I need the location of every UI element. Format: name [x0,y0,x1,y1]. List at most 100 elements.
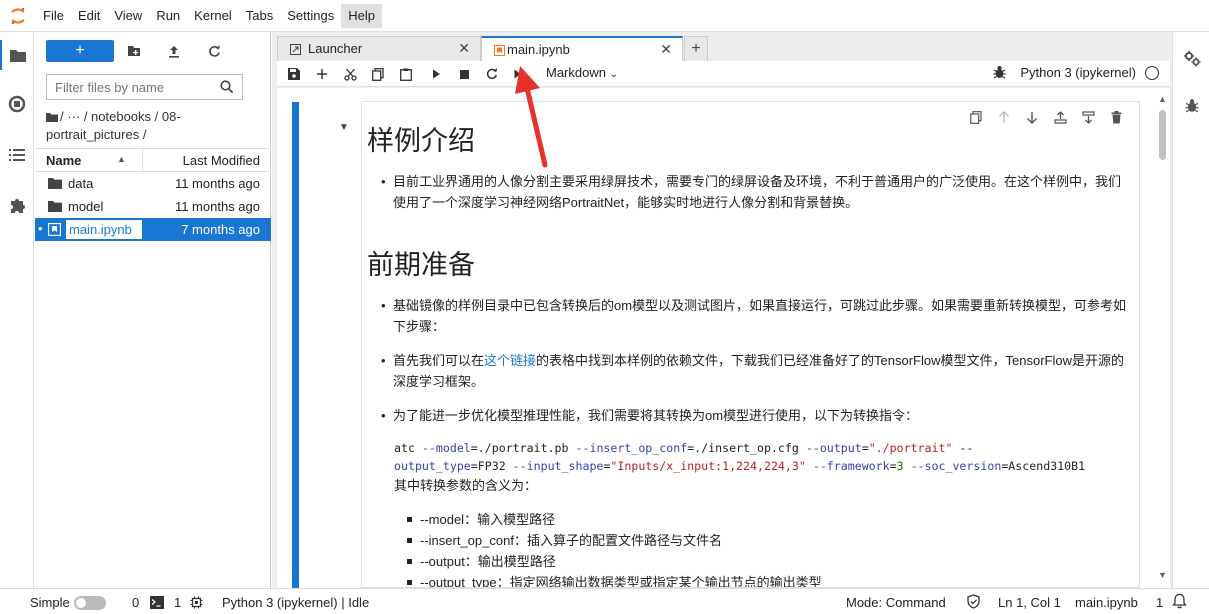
restart-kernel-icon[interactable] [481,64,503,84]
tab-launcher[interactable]: Launcher ✕ [277,36,481,61]
notebook-toolbar: Markdown ⌄ Python 3 (ipykernel) [277,61,1170,87]
tab-label: main.ipynb [507,42,570,57]
stop-kernel-icon[interactable] [453,64,475,84]
heading-prep: 前期准备 [367,250,475,281]
debugger-bug-icon[interactable] [993,65,1006,82]
insert-cell-icon[interactable] [311,64,333,84]
home-folder-icon[interactable] [46,109,58,126]
file-row-data[interactable]: data 11 months ago [35,172,271,195]
insert-above-icon[interactable] [1049,107,1071,127]
run-cell-icon[interactable] [425,64,447,84]
file-row-main-ipynb[interactable]: • main.ipynb 7 months ago [35,218,271,241]
bullet-dot: • [381,408,386,423]
column-modified-header[interactable]: Last Modified [183,153,260,168]
folder-icon [48,200,62,213]
menu-edit[interactable]: Edit [71,4,107,28]
kernel-status-text[interactable]: Python 3 (ipykernel) | Idle [222,595,369,610]
save-icon[interactable] [283,64,305,84]
bullet-square [407,580,412,585]
paste-icon[interactable] [395,64,417,84]
simple-mode-toggle[interactable] [74,596,106,610]
cell-toolbar [965,107,1127,127]
kernel-name-button[interactable]: Python 3 (ipykernel) [1020,65,1136,80]
dependency-link[interactable]: 这个链接 [484,353,536,368]
close-icon[interactable]: ✕ [660,41,672,58]
breadcrumb-path[interactable]: / ··· / notebooks / 08-portrait_pictures… [46,109,181,142]
status-bar: Simple 0 1 Python 3 (ipykernel) | Idle M… [0,588,1209,614]
menu-settings[interactable]: Settings [280,4,341,28]
column-name-header[interactable]: Name [46,153,81,168]
search-icon [220,80,234,97]
jupyter-logo-icon[interactable] [0,0,36,32]
folder-icon[interactable] [0,40,34,70]
refresh-icon[interactable] [202,40,226,62]
scroll-down-icon[interactable]: ▼ [1158,570,1167,580]
menu-bar: File Edit View Run Kernel Tabs Settings … [0,0,1209,32]
active-cell-indicator[interactable] [292,102,299,588]
file-row-model[interactable]: model 11 months ago [35,195,271,218]
table-of-contents-icon[interactable] [0,140,34,170]
kernel-idle-status-icon [1145,66,1159,80]
notebook-panel[interactable]: ▼ 样例介绍 • 目前工业界通用的人像分割主要采用绿屏技术，需要专门的绿屏设备及… [277,88,1170,588]
cell-type-select[interactable]: Markdown ⌄ [546,65,618,80]
property-inspector-gears-icon[interactable] [1175,44,1209,74]
bullet-square [407,559,412,564]
debugger-bug-icon[interactable] [1175,90,1209,120]
running-indicator-icon: • [38,221,43,236]
move-down-icon[interactable] [1021,107,1043,127]
file-list-header: Name ▲ Last Modified [35,148,271,172]
new-folder-icon[interactable] [122,40,146,62]
scroll-up-icon[interactable]: ▲ [1158,94,1167,104]
cursor-position[interactable]: Ln 1, Col 1 [998,595,1061,610]
delete-cell-icon[interactable] [1105,107,1127,127]
menu-file[interactable]: File [36,4,71,28]
notebook-scrollbar[interactable]: ▲ ▼ [1154,88,1170,588]
menu-help[interactable]: Help [341,3,382,28]
bullet-dot: • [381,353,386,368]
notification-count[interactable]: 1 [1156,595,1163,610]
file-filter-search[interactable] [46,74,243,100]
add-tab-button[interactable]: + [684,36,708,61]
file-modified: 11 months ago [174,176,260,191]
insert-below-icon[interactable] [1077,107,1099,127]
terminal-icon [150,596,164,612]
bullet-dot: • [381,174,386,189]
file-filter-input[interactable] [47,79,212,95]
cut-icon[interactable] [339,64,361,84]
trusted-shield-icon [966,594,981,612]
markdown-cell[interactable]: 样例介绍 • 目前工业界通用的人像分割主要采用绿屏技术，需要专门的绿屏设备及环境… [361,101,1140,588]
kernel-count[interactable]: 1 [174,595,181,610]
right-activity-bar [1172,32,1209,588]
menu-run[interactable]: Run [149,4,187,28]
extensions-puzzle-icon[interactable] [0,190,34,220]
restart-run-all-icon[interactable] [509,64,531,84]
heading-intro: 样例介绍 [367,126,475,157]
duplicate-cell-icon[interactable] [965,107,987,127]
column-divider[interactable] [142,149,143,171]
tab-main-ipynb[interactable]: main.ipynb ✕ [481,36,683,62]
cell-type-value: Markdown [546,65,606,80]
move-up-icon[interactable] [993,107,1015,127]
file-name-rename-input[interactable]: main.ipynb [66,220,142,239]
left-activity-bar [0,32,34,588]
copy-icon[interactable] [367,64,389,84]
terminal-count[interactable]: 0 [132,595,139,610]
new-launcher-button[interactable]: + [46,40,114,62]
menu-kernel[interactable]: Kernel [187,4,239,28]
notebook-icon [494,44,505,59]
upload-icon[interactable] [162,40,186,62]
file-list: data 11 months ago model 11 months ago •… [35,172,271,241]
collapse-heading-icon[interactable]: ▼ [339,122,349,133]
scrollbar-thumb[interactable] [1159,110,1166,160]
status-filename: main.ipynb [1075,595,1138,610]
menu-tabs[interactable]: Tabs [239,4,280,28]
sort-ascending-icon[interactable]: ▲ [117,154,126,164]
notebook-icon [47,222,62,237]
menu-view[interactable]: View [107,4,149,28]
tab-bar: Launcher ✕ main.ipynb ✕ + [272,36,1172,62]
close-icon[interactable]: ✕ [458,40,470,57]
file-modified: 7 months ago [181,222,260,237]
intro-text: 目前工业界通用的人像分割主要采用绿屏技术，需要专门的绿屏设备及环境，不利于普通用… [393,174,1122,210]
running-kernels-icon[interactable] [0,89,34,119]
bell-icon[interactable] [1172,593,1187,612]
